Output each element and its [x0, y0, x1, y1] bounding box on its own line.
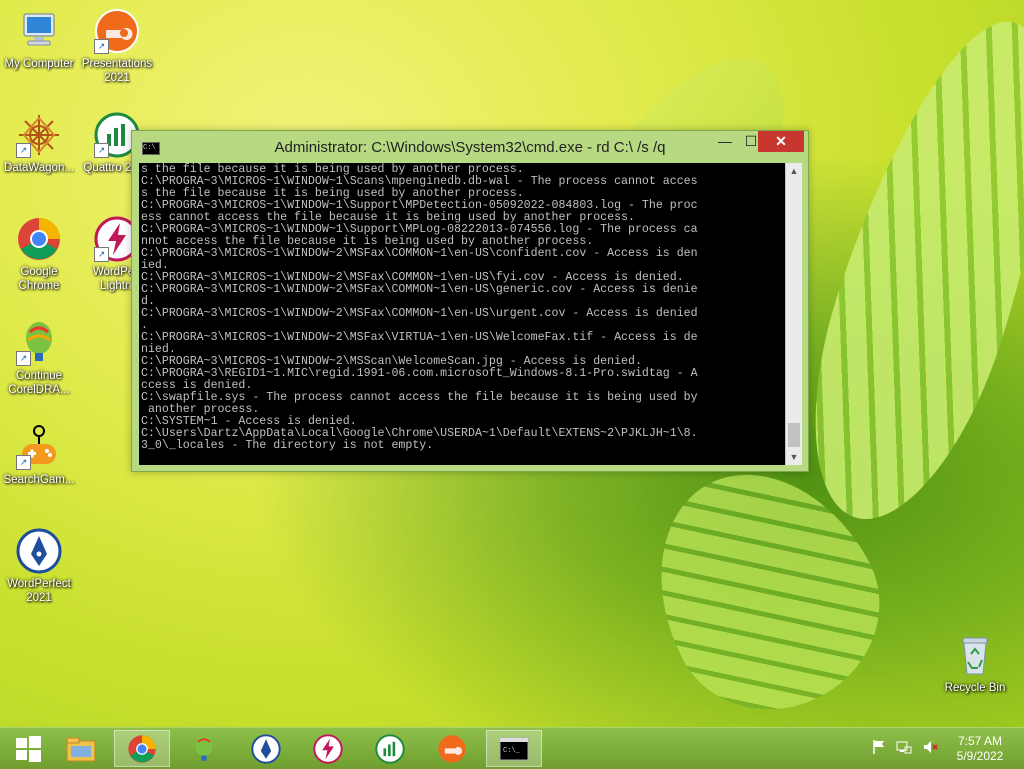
- network-icon[interactable]: [896, 739, 912, 758]
- cmd-icon: C:\_: [499, 737, 529, 760]
- close-button[interactable]: ✕: [758, 131, 804, 152]
- window-titlebar[interactable]: C:\ Administrator: C:\Windows\System32\c…: [132, 131, 808, 161]
- taskbar-file-explorer[interactable]: [53, 730, 109, 767]
- desktop-icon-coreldraw[interactable]: ↗ Continue CorelDRA...: [0, 320, 78, 397]
- clock-date: 5/9/2022: [956, 749, 1004, 763]
- cmd-window[interactable]: C:\ Administrator: C:\Windows\System32\c…: [131, 130, 809, 472]
- start-button[interactable]: [0, 730, 56, 767]
- taskbar-clock[interactable]: 7:57 AM 5/9/2022: [950, 734, 1010, 764]
- presentations-icon: ↗: [94, 8, 140, 54]
- chrome-icon: [16, 216, 62, 262]
- taskbar-google-chrome[interactable]: [114, 730, 170, 767]
- scroll-down-arrow-icon[interactable]: ▼: [786, 449, 802, 465]
- system-tray: [872, 728, 938, 769]
- minimize-button[interactable]: —: [712, 131, 738, 152]
- taskbar-wordperfect[interactable]: [238, 730, 294, 767]
- shortcut-arrow-icon: ↗: [94, 39, 109, 54]
- computer-icon: [16, 8, 62, 54]
- console-text: s the file because it is being used by a…: [141, 163, 698, 452]
- taskbar-wordperfect-lightning[interactable]: [300, 730, 356, 767]
- desktop-icon-google-chrome[interactable]: Google Chrome: [0, 216, 78, 293]
- desktop-icon-label: Presentations 2021: [81, 58, 153, 84]
- taskbar-quattro[interactable]: [362, 730, 418, 767]
- taskbar-command-prompt[interactable]: C:\_: [486, 730, 542, 767]
- shortcut-arrow-icon: ↗: [94, 247, 109, 262]
- volume-muted-icon[interactable]: [922, 739, 938, 758]
- quattro-icon: [375, 733, 405, 764]
- desktop-icon-datawagon[interactable]: ↗ DataWagon...: [0, 112, 78, 175]
- shortcut-arrow-icon: ↗: [16, 351, 31, 366]
- desktop-icon-label: WordPerfect 2021: [7, 578, 71, 604]
- desktop-icon-label: DataWagon...: [4, 162, 74, 174]
- coreldraw-icon: ↗: [16, 320, 62, 366]
- shortcut-arrow-icon: ↗: [94, 143, 109, 158]
- shortcut-arrow-icon: ↗: [16, 143, 31, 158]
- scrollbar-thumb[interactable]: [788, 423, 800, 447]
- wordperfect-icon: [251, 733, 281, 764]
- shortcut-arrow-icon: ↗: [16, 455, 31, 470]
- chrome-icon: [128, 734, 156, 763]
- folder-icon: [66, 737, 96, 761]
- desktop-icon-recycle-bin[interactable]: Recycle Bin: [936, 632, 1014, 695]
- desktop-icon-searchgame[interactable]: ↗ SearchGam...: [0, 424, 78, 487]
- wallpaper-leaf: [615, 434, 915, 746]
- desktop-icon-wordperfect[interactable]: WordPerfect 2021: [0, 528, 78, 605]
- svg-text:C:\_: C:\_: [503, 747, 521, 755]
- clock-time: 7:57 AM: [957, 734, 1003, 748]
- presentations-icon: [438, 734, 466, 763]
- console-output-area[interactable]: s the file because it is being used by a…: [139, 163, 785, 465]
- coreldraw-icon: [195, 734, 213, 761]
- desktop-icon-presentations[interactable]: ↗ Presentations 2021: [78, 8, 156, 85]
- lightning-icon: [313, 733, 343, 764]
- taskbar-coreldraw[interactable]: [176, 730, 232, 767]
- desktop-icon-label: Recycle Bin: [944, 682, 1006, 694]
- windows-logo-icon: [16, 735, 41, 762]
- desktop-icon-label: My Computer: [4, 58, 74, 70]
- flag-icon[interactable]: [872, 739, 886, 758]
- gamepad-icon: ↗: [16, 424, 62, 470]
- wordperfect-icon: [16, 528, 62, 574]
- recycle-bin-icon: [952, 632, 998, 678]
- vertical-scrollbar[interactable]: ▲ ▼: [786, 163, 802, 465]
- desktop-icon-label: Continue CorelDRA...: [8, 370, 70, 396]
- window-title: Administrator: C:\Windows\System32\cmd.e…: [274, 139, 666, 156]
- datawagon-icon: ↗: [16, 112, 62, 158]
- desktop-icon-label: SearchGam...: [3, 474, 75, 486]
- desktop-icon-label: Google Chrome: [18, 266, 60, 292]
- taskbar-presentations[interactable]: [424, 730, 480, 767]
- desktop-icon-my-computer[interactable]: My Computer: [0, 8, 78, 71]
- wallpaper-leaf: [773, 0, 1024, 544]
- scroll-up-arrow-icon[interactable]: ▲: [786, 163, 802, 179]
- taskbar: C:\_ 7:57 AM 5/9/2022: [0, 727, 1024, 769]
